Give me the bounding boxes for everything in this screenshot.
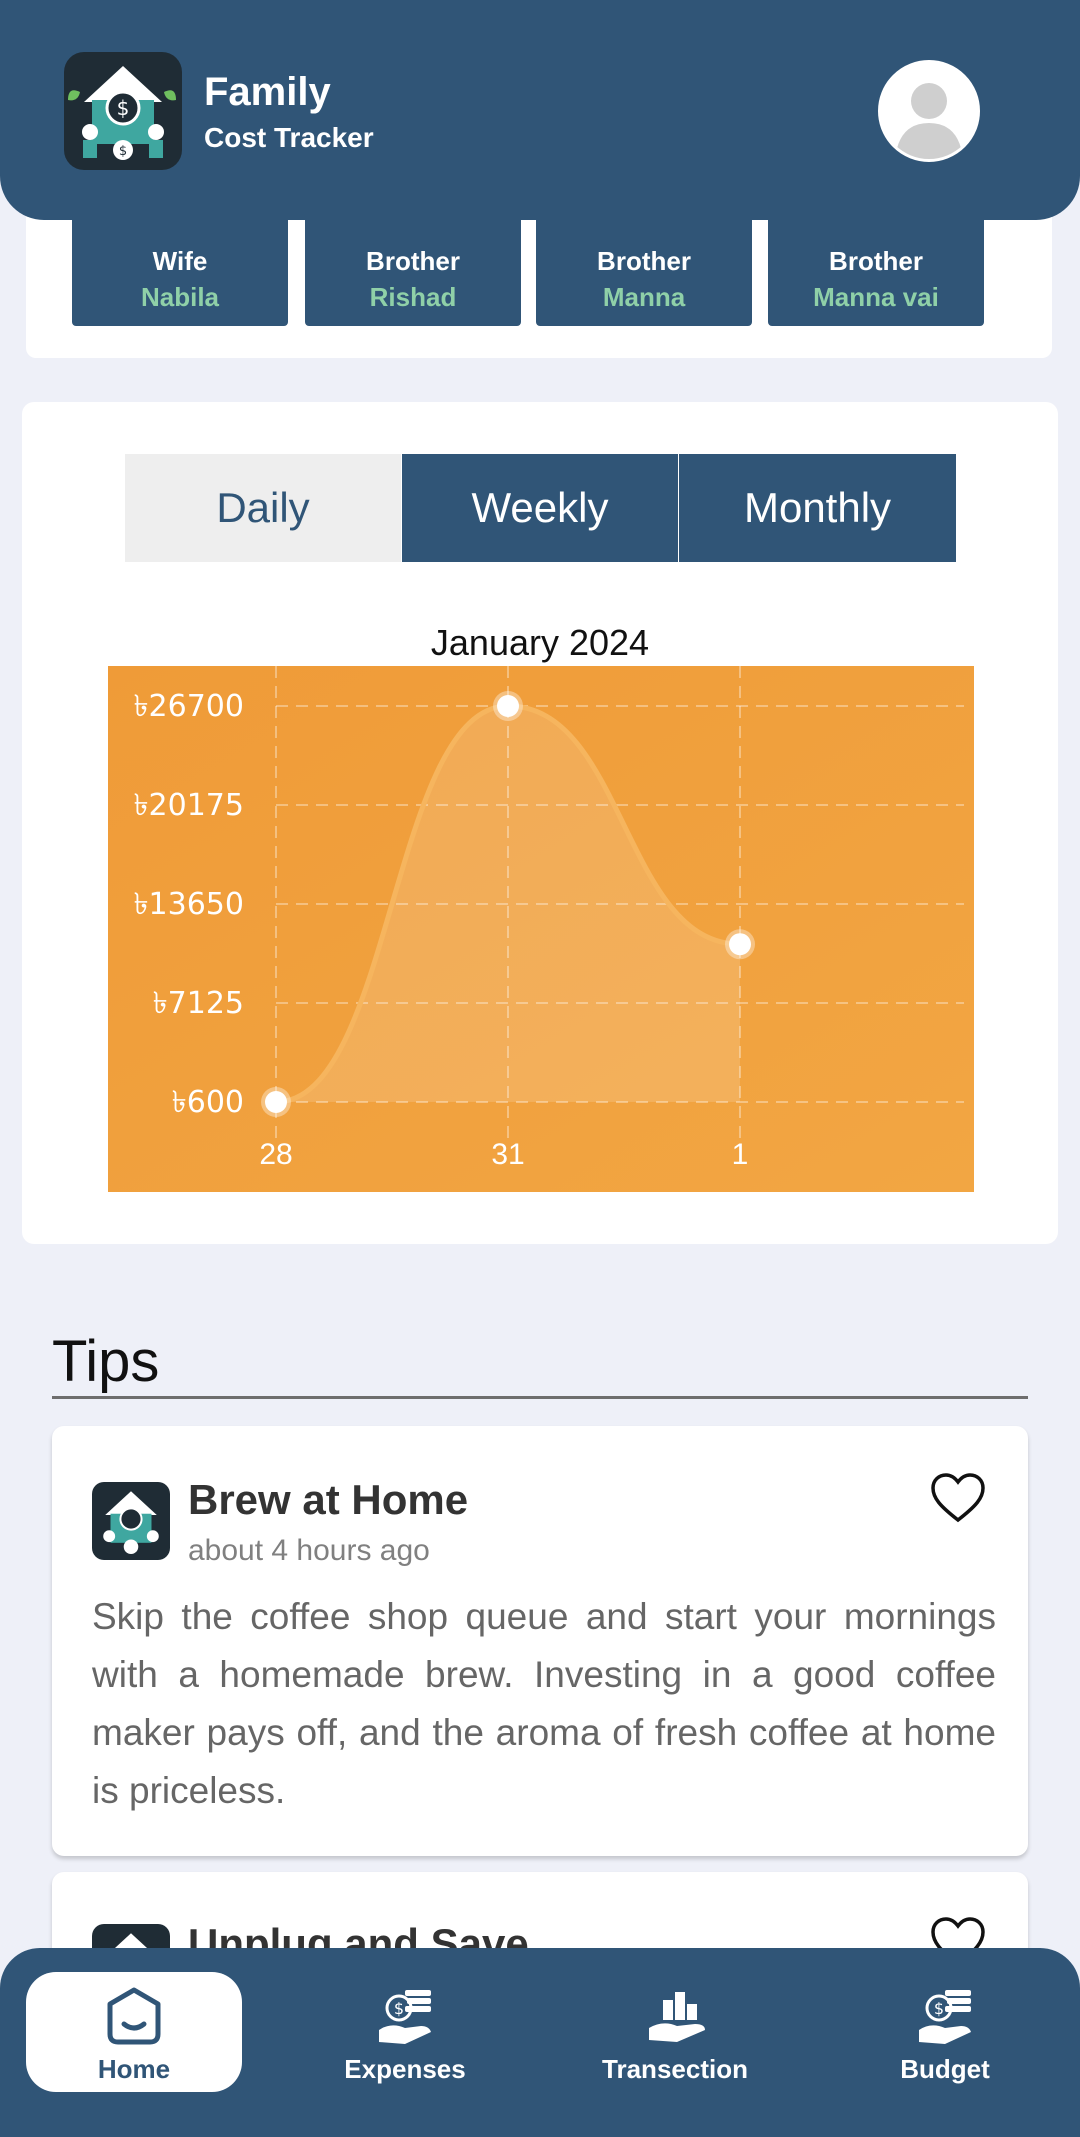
nav-expenses-label: Expenses: [344, 2054, 466, 2084]
member-relation: Brother: [829, 246, 923, 276]
tip-body: Skip the coffee shop queue and start you…: [92, 1596, 996, 1811]
svg-text:$: $: [934, 1999, 944, 2018]
chart-x-tick-label: 28: [259, 1138, 292, 1171]
nav-budget-label: Budget: [900, 2054, 990, 2084]
hand-money-icon: $: [919, 1990, 971, 2044]
bottom-navigation: Home $ Expenses Transection $ Budget: [0, 1948, 1080, 2137]
hand-money-icon: $: [379, 1990, 431, 2044]
tip-title: Brew at Home: [188, 1476, 469, 1523]
nav-home-label: Home: [97, 2054, 171, 2084]
chart-y-tick-label: ৳7125: [153, 986, 244, 1021]
chart-y-tick-label: ৳20175: [134, 788, 244, 823]
app-subtitle: Cost Tracker: [204, 122, 374, 153]
chart-title: January 2024: [430, 622, 650, 663]
svg-text:$: $: [117, 96, 130, 120]
nav-expenses[interactable]: $ Expenses: [297, 1972, 513, 2092]
chart-point: [265, 1091, 287, 1113]
tip-timestamp: about 4 hours ago: [188, 1534, 430, 1567]
nav-transection-label: Transection: [602, 2054, 748, 2084]
family-house-money-icon: $ $: [64, 52, 182, 170]
member-card-manna[interactable]: Brother Manna: [536, 218, 752, 326]
family-house-money-icon: [92, 1482, 170, 1560]
chart-x-tick-label: 1: [732, 1138, 749, 1171]
home-icon: [107, 1987, 161, 2045]
app-title: Family: [204, 70, 331, 114]
chart-y-tick-label: ৳26700: [134, 689, 244, 724]
nav-transection[interactable]: Transection: [567, 1972, 783, 2092]
app-header: $ $ Family Cost Tracker: [0, 0, 1080, 220]
tab-monthly[interactable]: Monthly: [679, 454, 956, 562]
member-card-nabila[interactable]: Wife Nabila: [72, 218, 288, 326]
member-name: Nabila: [140, 282, 220, 312]
chart-y-tick-label: ৳13650: [134, 887, 244, 922]
tab-weekly[interactable]: Weekly: [402, 454, 678, 562]
tip-card[interactable]: Brew at Home about 4 hours ago Skip the …: [52, 1426, 1028, 1856]
chart-y-tick-label: ৳600: [172, 1085, 244, 1120]
expense-line-chart: ৳600 ৳7125 ৳13650 ৳20175 ৳26700 28 31 1: [108, 666, 974, 1192]
tips-heading: Tips: [52, 1329, 160, 1394]
member-card-manna-vai[interactable]: Brother Manna vai: [768, 218, 984, 326]
svg-text:$: $: [394, 1999, 404, 2018]
member-relation: Brother: [597, 246, 691, 276]
chart-point: [729, 933, 751, 956]
chart-point: [497, 695, 519, 717]
hand-buildings-icon: [649, 1992, 705, 2042]
member-name: Rishad: [369, 282, 457, 312]
tips-divider: [52, 1396, 1028, 1399]
heart-outline-icon[interactable]: [930, 1472, 986, 1524]
user-silhouette-icon[interactable]: [878, 60, 980, 162]
member-relation: Wife: [152, 246, 208, 276]
member-name: Manna: [602, 282, 686, 312]
svg-text:$: $: [119, 144, 127, 159]
member-relation: Brother: [366, 246, 460, 276]
member-name: Manna vai: [813, 282, 939, 312]
tab-daily[interactable]: Daily: [125, 454, 401, 562]
member-card-rishad[interactable]: Brother Rishad: [305, 218, 521, 326]
nav-budget[interactable]: $ Budget: [837, 1972, 1053, 2092]
chart-x-tick-label: 31: [491, 1138, 524, 1171]
nav-home[interactable]: Home: [26, 1972, 242, 2092]
